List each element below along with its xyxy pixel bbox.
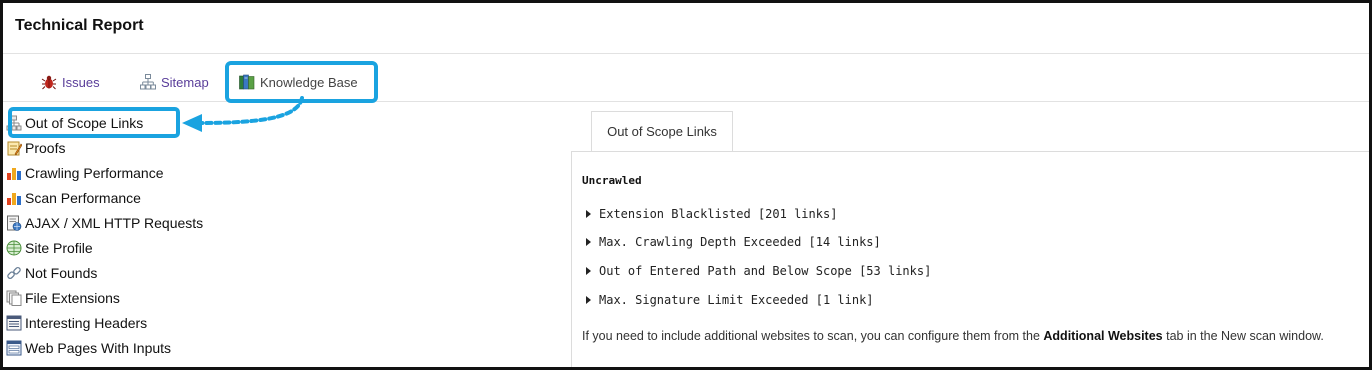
report-tabs: Issues Sitemap Knowledge Base: [3, 54, 1369, 102]
tab-issues-label: Issues: [62, 74, 100, 90]
tree-item-label: Interesting Headers: [25, 315, 148, 331]
tree-item-label: File Extensions: [25, 290, 120, 306]
group-out-of-entered-path[interactable]: Out of Entered Path and Below Scope [53 …: [586, 263, 931, 279]
additional-websites-note: If you need to include additional websit…: [582, 329, 1324, 343]
callout-arrow-icon: [182, 96, 304, 132]
list-document-icon: [6, 315, 22, 331]
group-label: Extension Blacklisted [201 links]: [599, 207, 838, 221]
out-of-scope-panel: Uncrawled Extension Blacklisted [201 lin…: [571, 151, 1369, 367]
expand-caret-icon: [586, 296, 591, 304]
tree-item-label: AJAX / XML HTTP Requests: [25, 215, 204, 231]
tab-out-of-scope-links[interactable]: Out of Scope Links: [591, 111, 733, 151]
tree-item-interesting-headers[interactable]: Interesting Headers: [6, 313, 147, 333]
bar-chart-icon: [6, 165, 22, 181]
tree-item-label: Web Pages With Inputs: [25, 340, 172, 356]
tab-sitemap[interactable]: Sitemap: [140, 72, 209, 92]
tree-item-scan-performance[interactable]: Scan Performance: [6, 188, 141, 208]
panel-heading: Uncrawled: [582, 174, 642, 187]
tab-sitemap-label: Sitemap: [161, 74, 209, 90]
group-label: Max. Crawling Depth Exceeded [14 links]: [599, 235, 881, 249]
document-globe-icon: [6, 215, 22, 231]
group-max-signature-limit[interactable]: Max. Signature Limit Exceeded [1 link]: [586, 292, 874, 308]
bug-icon: [41, 74, 57, 90]
group-label: Max. Signature Limit Exceeded [1 link]: [599, 293, 874, 307]
tree-item-label: Scan Performance: [25, 190, 141, 206]
group-max-crawling-depth[interactable]: Max. Crawling Depth Exceeded [14 links]: [586, 234, 881, 250]
globe-table-icon: [6, 240, 22, 256]
tab-issues[interactable]: Issues: [41, 72, 100, 92]
files-icon: [6, 290, 22, 306]
expand-caret-icon: [586, 238, 591, 246]
expand-caret-icon: [586, 210, 591, 218]
page-title: Technical Report: [15, 17, 144, 34]
tree-item-label: Not Founds: [25, 265, 98, 281]
broken-link-icon: [6, 265, 22, 281]
tree-item-label: Proofs: [25, 140, 66, 156]
tree-item-label: Crawling Performance: [25, 165, 164, 181]
pencil-document-icon: [6, 140, 23, 156]
tree-item-ajax-xml-http-requests[interactable]: AJAX / XML HTTP Requests: [6, 213, 203, 233]
tree-item-web-pages-with-inputs[interactable]: Web Pages With Inputs: [6, 338, 171, 358]
out-of-scope-highlight: [8, 107, 180, 138]
group-label: Out of Entered Path and Below Scope [53 …: [599, 264, 932, 278]
additional-websites-link-text: Additional Websites: [1043, 329, 1163, 343]
group-extension-blacklisted[interactable]: Extension Blacklisted [201 links]: [586, 206, 837, 222]
note-text-before: If you need to include additional websit…: [582, 329, 1044, 343]
tree-item-proofs[interactable]: Proofs: [6, 138, 65, 158]
tree-item-not-founds[interactable]: Not Founds: [6, 263, 97, 283]
tree-item-crawling-performance[interactable]: Crawling Performance: [6, 163, 164, 183]
note-text-after: tab in the New scan window.: [1162, 329, 1324, 343]
tree-item-file-extensions[interactable]: File Extensions: [6, 288, 120, 308]
tree-item-label: Site Profile: [25, 240, 93, 256]
expand-caret-icon: [586, 267, 591, 275]
bar-chart-icon: [6, 190, 22, 206]
tree-item-site-profile[interactable]: Site Profile: [6, 238, 93, 258]
report-header: Technical Report: [3, 3, 1369, 54]
sitemap-icon: [140, 74, 156, 90]
form-icon: [6, 340, 22, 356]
